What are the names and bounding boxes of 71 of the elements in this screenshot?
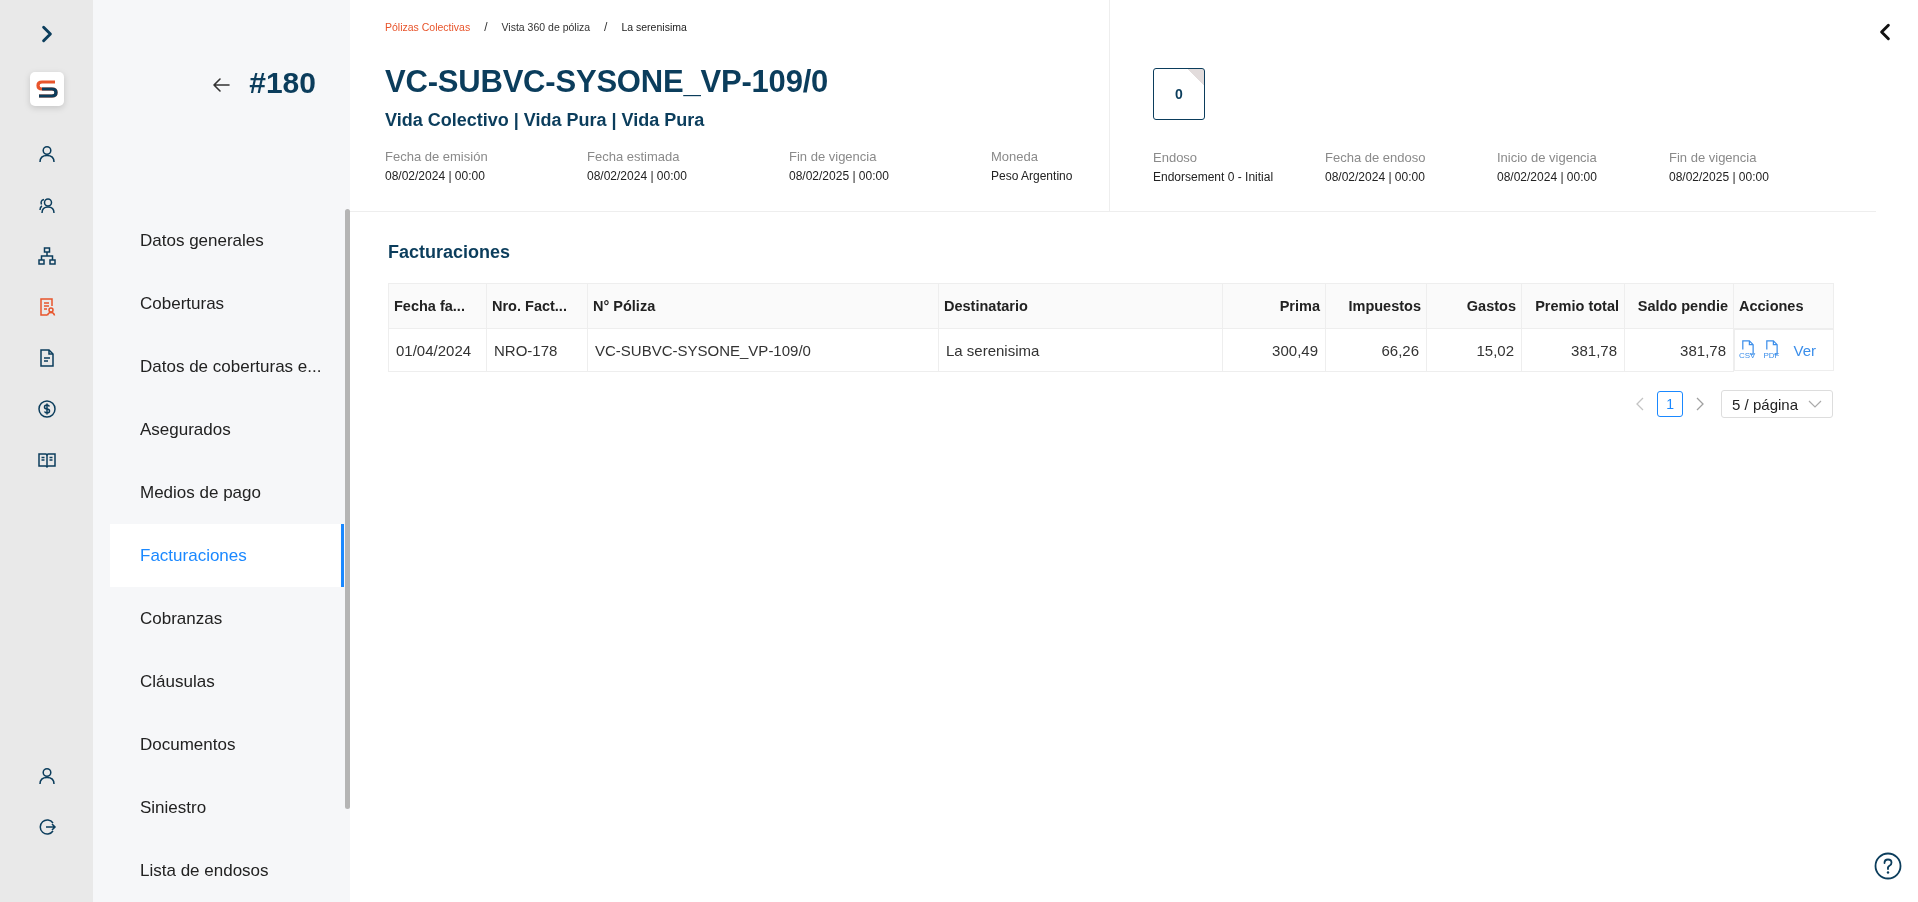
side-menu-item[interactable]: Siniestro xyxy=(110,776,344,839)
help-icon[interactable] xyxy=(1874,852,1902,880)
endorsement-badge[interactable]: 0 xyxy=(1153,68,1205,120)
field-label: Inicio de vigencia xyxy=(1497,150,1598,165)
side-menu-item[interactable]: Documentos xyxy=(110,713,344,776)
table-cell: La serenisima xyxy=(938,328,1223,372)
table-cell: 300,49 xyxy=(1222,328,1326,372)
field-value: 08/02/2024 | 00:00 xyxy=(587,169,688,183)
column-header: Nro. Fact... xyxy=(486,283,588,329)
side-menu-item[interactable]: Datos generales xyxy=(110,209,344,272)
table-cell: 66,26 xyxy=(1325,328,1427,372)
column-header: Acciones xyxy=(1733,283,1834,329)
table-cell: 01/04/2024 xyxy=(388,328,487,372)
policy-subtitle: Vida Colectivo | Vida Pura | Vida Pura xyxy=(385,110,706,131)
policy-title: VC-SUBVC-SYSONE_VP-109/0 xyxy=(385,64,830,100)
column-header: Prima xyxy=(1222,283,1326,329)
next-page-icon[interactable] xyxy=(1695,397,1706,411)
book-icon[interactable] xyxy=(36,450,57,470)
column-header: N° Póliza xyxy=(587,283,939,329)
breadcrumb-link[interactable]: Pólizas Colectivas xyxy=(385,21,471,33)
side-menu-item[interactable]: Facturaciones xyxy=(110,524,344,587)
scrollbar[interactable] xyxy=(345,209,350,809)
field-label: Fin de vigencia xyxy=(789,149,878,164)
field-label: Fecha de endoso xyxy=(1325,150,1427,165)
side-menu-item[interactable]: Lista de endosos xyxy=(110,839,344,902)
breadcrumb-separator: / xyxy=(604,20,608,34)
table-cell: VC-SUBVC-SYSONE_VP-109/0 xyxy=(587,328,939,372)
field-label: Fecha estimada xyxy=(587,149,681,164)
side-menu-item[interactable]: Medios de pago xyxy=(110,461,344,524)
side-menu-item[interactable]: Asegurados xyxy=(110,398,344,461)
side-menu-item[interactable]: Cobranzas xyxy=(110,587,344,650)
hierarchy-icon[interactable] xyxy=(36,246,57,266)
section-title: Facturaciones xyxy=(388,242,512,263)
dropdown-caret-icon xyxy=(1808,400,1822,408)
field-value: Peso Argentino xyxy=(991,169,1073,183)
side-menu-item[interactable]: Datos de coberturas e... xyxy=(110,335,344,398)
field-label: Endoso xyxy=(1153,150,1199,165)
field-value: 08/02/2024 | 00:00 xyxy=(385,169,486,183)
table-cell: 381,78 xyxy=(1521,328,1625,372)
column-header: Gastos xyxy=(1426,283,1522,329)
record-number: #180 xyxy=(249,66,316,100)
field-value: 08/02/2025 | 00:00 xyxy=(789,169,890,183)
app-logo-icon[interactable] xyxy=(29,72,64,106)
table-cell: 15,02 xyxy=(1426,328,1522,372)
column-header: Saldo pendie xyxy=(1624,283,1734,329)
breadcrumb-link[interactable]: Vista 360 de póliza xyxy=(501,21,591,33)
column-header: Impuestos xyxy=(1325,283,1427,329)
column-header: Premio total xyxy=(1521,283,1625,329)
side-menu-item[interactable]: Coberturas xyxy=(110,272,344,335)
breadcrumb-link[interactable]: La serenisima xyxy=(621,21,687,33)
field-value: 08/02/2024 | 00:00 xyxy=(1497,170,1598,184)
field-label: Moneda xyxy=(991,149,1039,164)
field-label: Fecha de emisión xyxy=(385,149,489,164)
column-header: Fecha fa... xyxy=(388,283,487,329)
table-cell: 381,78 xyxy=(1624,328,1734,372)
table-cell: NRO-178 xyxy=(486,328,588,372)
csv-download-button[interactable]: CSV xyxy=(1739,340,1756,360)
money-icon[interactable] xyxy=(36,399,57,419)
pdf-download-button[interactable]: PDF xyxy=(1763,340,1780,360)
users-icon[interactable] xyxy=(36,195,57,215)
field-value: 08/02/2025 | 00:00 xyxy=(1669,170,1770,184)
user-icon[interactable] xyxy=(36,766,57,786)
column-header: Destinatario xyxy=(938,283,1223,329)
user-icon[interactable] xyxy=(36,144,57,164)
side-menu-item[interactable]: Cláusulas xyxy=(110,650,344,713)
field-label: Fin de vigencia xyxy=(1669,150,1758,165)
breadcrumb-separator: / xyxy=(484,20,488,34)
page-size-select[interactable]: 5 / página xyxy=(1721,390,1833,418)
field-value: Endorsement 0 - Initial xyxy=(1153,170,1275,184)
field-value: 08/02/2024 | 00:00 xyxy=(1325,170,1426,184)
back-arrow-icon[interactable] xyxy=(211,75,232,95)
